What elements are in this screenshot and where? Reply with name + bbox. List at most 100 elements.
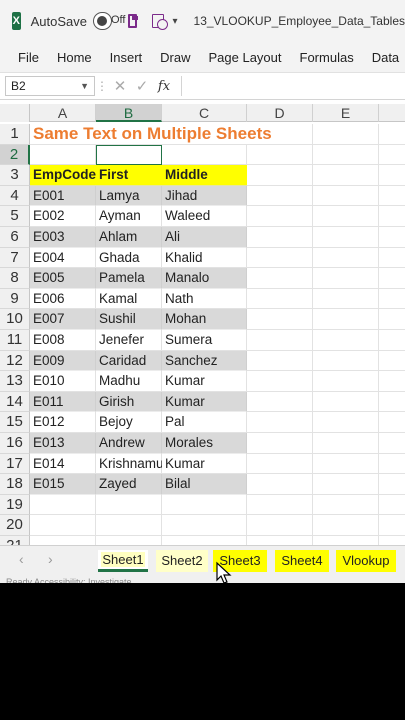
table-cell[interactable]: Lamya [96,185,162,207]
cell[interactable] [313,433,379,454]
cell[interactable] [247,309,313,330]
table-cell[interactable]: E002 [30,206,96,227]
cell[interactable] [379,351,405,372]
cell[interactable] [379,124,405,145]
cell[interactable] [313,124,379,145]
table-cell[interactable]: Kumar [162,371,247,392]
table-cell[interactable]: E015 [30,474,96,495]
cell[interactable] [96,515,162,536]
row-header[interactable]: 9 [0,288,30,310]
column-title[interactable]: Middle [162,165,247,186]
column-title[interactable]: EmpCode [30,165,96,186]
cell[interactable] [30,494,96,516]
cell[interactable] [379,186,405,207]
cell[interactable] [313,474,379,495]
cell[interactable] [379,268,405,289]
insert-function-icon[interactable]: fx [153,79,175,94]
sheet-tab-sheet4[interactable]: Sheet4 [275,550,329,572]
column-header-b[interactable]: B [96,104,162,122]
row-header[interactable]: 10 [0,309,30,330]
cell[interactable] [313,247,379,269]
cell[interactable] [379,165,405,186]
table-cell[interactable]: Girish [96,391,162,413]
cell[interactable] [313,185,379,207]
table-cell[interactable]: Sanchez [162,350,247,372]
row-header[interactable]: 6 [0,227,30,248]
table-cell[interactable]: E004 [30,247,96,269]
cell[interactable] [379,145,405,166]
cell[interactable] [162,144,247,166]
row-header[interactable]: 4 [0,185,30,207]
row-header[interactable]: 14 [0,391,30,413]
ribbon-tab-data[interactable]: Data [372,50,399,65]
cell[interactable] [247,474,313,495]
cell[interactable] [313,330,379,351]
column-header-d[interactable]: D [247,104,313,122]
cell[interactable] [379,412,405,433]
cell[interactable] [30,515,96,536]
cell[interactable] [379,289,405,310]
table-cell[interactable]: Kumar [162,391,247,413]
cell[interactable] [313,227,379,248]
column-header-e[interactable]: E [313,104,379,122]
cell[interactable] [247,515,313,536]
table-cell[interactable]: E010 [30,371,96,392]
cell[interactable] [247,494,313,516]
chevron-down-icon[interactable]: ▼ [80,81,89,91]
table-cell[interactable]: E005 [30,268,96,289]
sheet-title[interactable]: Same Text on Multiple Sheets [30,124,320,145]
cell[interactable] [247,330,313,351]
save-icon[interactable] [128,14,138,28]
screenshot-icon[interactable] [151,13,168,30]
table-cell[interactable]: Morales [162,433,247,454]
table-cell[interactable]: Caridad [96,350,162,372]
cell[interactable] [379,454,405,475]
table-cell[interactable]: E011 [30,391,96,413]
cancel-icon[interactable]: ✕ [109,77,131,95]
table-cell[interactable]: Waleed [162,206,247,227]
row-header[interactable]: 15 [0,412,30,433]
table-cell[interactable]: Manalo [162,268,247,289]
cell[interactable] [162,494,247,516]
table-cell[interactable]: Bejoy [96,412,162,433]
cell[interactable] [247,165,313,186]
cell[interactable] [30,144,96,166]
active-cell[interactable] [96,144,162,166]
row-header[interactable]: 7 [0,247,30,269]
table-cell[interactable]: Ayman [96,206,162,227]
cell[interactable] [379,227,405,248]
row-header[interactable]: 17 [0,453,30,475]
table-cell[interactable]: E007 [30,309,96,330]
table-cell[interactable]: Jihad [162,185,247,207]
row-header[interactable]: 19 [0,494,30,516]
next-sheet-icon[interactable]: › [48,551,53,567]
row-header[interactable]: 20 [0,515,30,536]
sheet-tab-sheet1[interactable]: Sheet1 [98,550,148,572]
table-cell[interactable]: Khalid [162,247,247,269]
cell[interactable] [379,515,405,536]
table-cell[interactable]: E014 [30,453,96,475]
cell[interactable] [313,206,379,227]
cell[interactable] [313,412,379,433]
cell[interactable] [247,185,313,207]
cell[interactable] [247,288,313,310]
table-cell[interactable]: Ahlam [96,227,162,248]
cell[interactable] [313,371,379,392]
cell[interactable] [379,392,405,413]
cell[interactable] [313,144,379,166]
table-cell[interactable]: E013 [30,433,96,454]
cell[interactable] [313,288,379,310]
cell[interactable] [247,371,313,392]
cell[interactable] [247,453,313,475]
cell[interactable] [247,350,313,372]
cell[interactable] [313,165,379,186]
sheet-tab-sheet2[interactable]: Sheet2 [156,550,208,572]
row-header[interactable]: 18 [0,474,30,495]
cell[interactable] [247,247,313,269]
prev-sheet-icon[interactable]: ‹ [19,551,24,567]
cell[interactable] [313,391,379,413]
select-all-corner[interactable] [0,104,30,122]
cell[interactable] [379,309,405,330]
table-cell[interactable]: Zayed [96,474,162,495]
cell[interactable] [247,144,313,166]
